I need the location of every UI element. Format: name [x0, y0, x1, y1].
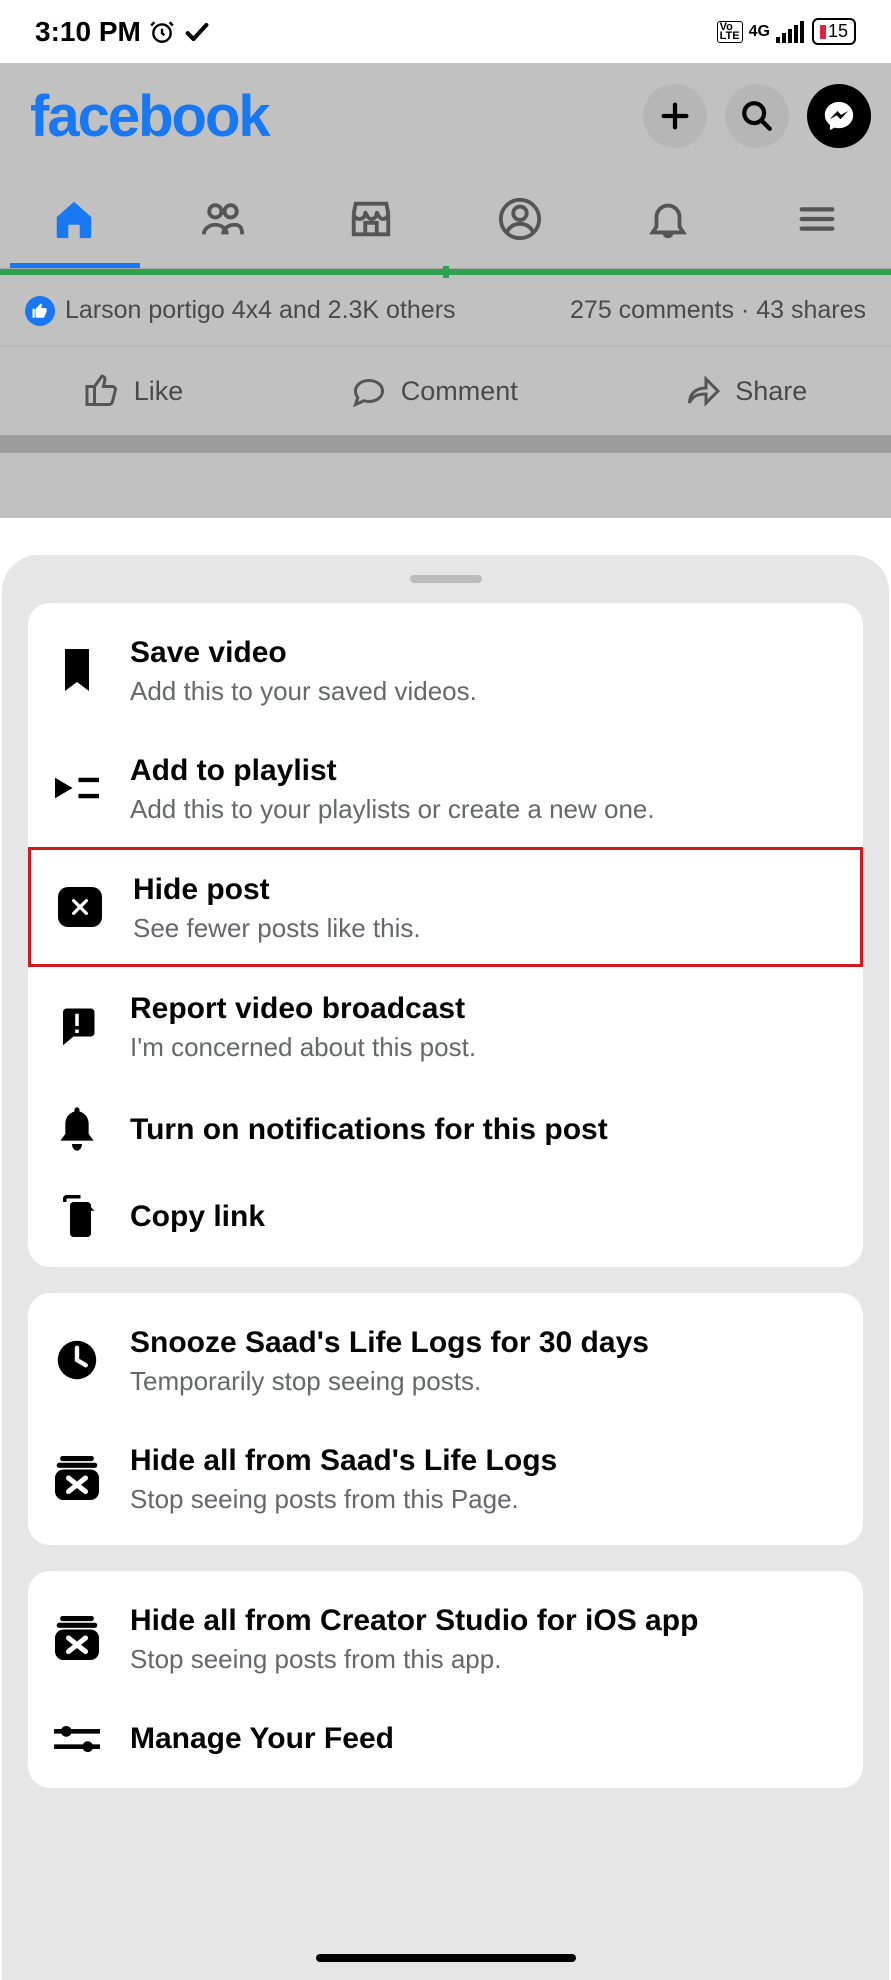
item-copy-link[interactable]: Copy link: [28, 1173, 863, 1259]
network-label: 4G: [749, 23, 770, 41]
bookmark-icon: [59, 648, 95, 692]
tab-bar: [0, 169, 891, 269]
comment-label: Comment: [401, 376, 518, 407]
tab-home[interactable]: [0, 169, 149, 268]
bell-fill-icon: [57, 1107, 97, 1151]
item-title: Manage Your Feed: [130, 1719, 839, 1758]
friends-icon: [200, 196, 246, 242]
sliders-icon: [54, 1722, 100, 1756]
item-sub: Add this to your playlists or create a n…: [130, 794, 839, 825]
bottom-sheet: Save video Add this to your saved videos…: [2, 555, 889, 1980]
battery-pct: 15: [828, 21, 848, 42]
item-title: Turn on notifications for this post: [130, 1110, 839, 1149]
item-title: Snooze Saad's Life Logs for 30 days: [130, 1323, 839, 1362]
signal-icon: [776, 21, 806, 43]
hide-stack-icon: [55, 1616, 99, 1660]
tab-friends[interactable]: [149, 169, 298, 268]
battery-indicator: 15: [812, 18, 856, 45]
item-sub: Temporarily stop seeing posts.: [130, 1366, 839, 1397]
divider: [0, 435, 891, 453]
marketplace-icon: [348, 196, 394, 242]
create-button[interactable]: [643, 84, 707, 148]
item-hide-page[interactable]: Hide all from Saad's Life Logs Stop seei…: [28, 1419, 863, 1537]
next-post-peek: [0, 453, 891, 518]
item-sub: Stop seeing posts from this Page.: [130, 1484, 839, 1515]
tab-notifications[interactable]: [594, 169, 743, 268]
close-box-icon: [58, 887, 102, 927]
item-sub: Add this to your saved videos.: [130, 676, 839, 707]
item-sub: Stop seeing posts from this app.: [130, 1644, 839, 1675]
status-bar: 3:10 PM Vo LTE 4G 15: [0, 0, 891, 63]
share-button[interactable]: Share: [685, 373, 807, 409]
comments-shares-text: 275 comments · 43 shares: [570, 296, 866, 325]
comment-button[interactable]: Comment: [351, 373, 518, 409]
home-indicator[interactable]: [316, 1954, 576, 1962]
sheet-card-3: Hide all from Creator Studio for iOS app…: [28, 1571, 863, 1788]
item-notifications[interactable]: Turn on notifications for this post: [28, 1085, 863, 1173]
item-title: Hide all from Creator Studio for iOS app: [130, 1601, 839, 1640]
item-report[interactable]: Report video broadcast I'm concerned abo…: [28, 967, 863, 1085]
like-button[interactable]: Like: [84, 373, 184, 409]
item-sub: I'm concerned about this post.: [130, 1032, 839, 1063]
sheet-handle[interactable]: [410, 575, 482, 583]
item-snooze[interactable]: Snooze Saad's Life Logs for 30 days Temp…: [28, 1301, 863, 1419]
item-hide-app[interactable]: Hide all from Creator Studio for iOS app…: [28, 1579, 863, 1697]
profile-icon: [497, 196, 543, 242]
app-header: facebook: [0, 63, 891, 169]
share-label: Share: [735, 376, 807, 407]
post-actions: Like Comment Share: [0, 347, 891, 435]
like-icon: [84, 373, 120, 409]
item-title: Report video broadcast: [130, 989, 839, 1028]
sheet-card-2: Snooze Saad's Life Logs for 30 days Temp…: [28, 1293, 863, 1545]
tab-profile[interactable]: [446, 169, 595, 268]
item-title: Hide all from Saad's Life Logs: [130, 1441, 839, 1480]
status-time: 3:10 PM: [35, 16, 141, 48]
post-stats[interactable]: Larson portigo 4x4 and 2.3K others 275 c…: [0, 275, 891, 347]
active-tab-indicator: [10, 263, 140, 268]
item-manage-feed[interactable]: Manage Your Feed: [28, 1697, 863, 1780]
menu-icon: [794, 196, 840, 242]
progress-line: [0, 269, 891, 275]
copy-icon: [56, 1195, 98, 1237]
item-title: Save video: [130, 633, 839, 672]
comment-icon: [351, 373, 387, 409]
clock-icon: [56, 1339, 98, 1381]
home-icon: [51, 196, 97, 242]
item-title: Add to playlist: [130, 751, 839, 790]
tab-marketplace[interactable]: [297, 169, 446, 268]
item-save-video[interactable]: Save video Add this to your saved videos…: [28, 611, 863, 729]
messenger-button[interactable]: [807, 84, 871, 148]
item-sub: See fewer posts like this.: [133, 913, 836, 944]
likes-text: Larson portigo 4x4 and 2.3K others: [65, 296, 456, 325]
item-add-playlist[interactable]: Add to playlist Add this to your playlis…: [28, 729, 863, 847]
playlist-icon: [55, 771, 99, 805]
share-icon: [685, 373, 721, 409]
alarm-icon: [149, 19, 175, 45]
facebook-logo: facebook: [30, 83, 269, 150]
item-title: Copy link: [130, 1197, 839, 1236]
like-label: Like: [134, 376, 184, 407]
tab-menu[interactable]: [743, 169, 891, 268]
like-badge-icon: [25, 296, 55, 326]
bell-icon: [645, 196, 691, 242]
item-title: Hide post: [133, 870, 836, 909]
volte-icon: Vo LTE: [717, 21, 743, 43]
check-icon: [183, 18, 211, 46]
hide-stack-icon: [55, 1456, 99, 1500]
sheet-card-1: Save video Add this to your saved videos…: [28, 603, 863, 1267]
search-button[interactable]: [725, 84, 789, 148]
item-hide-post[interactable]: Hide post See fewer posts like this.: [28, 847, 863, 967]
report-icon: [56, 1005, 98, 1047]
